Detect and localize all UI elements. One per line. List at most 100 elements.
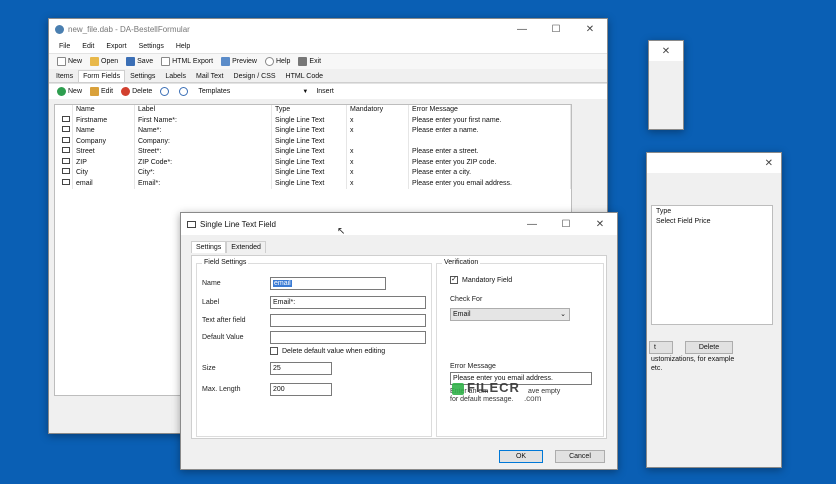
cell-mandatory: x: [347, 157, 409, 168]
delete-field-button[interactable]: Delete: [117, 87, 156, 96]
exit-button[interactable]: Exit: [294, 57, 325, 66]
text-after-input[interactable]: [270, 314, 426, 327]
tab-design-css[interactable]: Design / CSS: [229, 70, 281, 82]
single-line-text-dialog: Single Line Text Field — ☐ ✕ Settings Ex…: [180, 212, 618, 470]
text-field-icon: [62, 136, 70, 143]
ok-button[interactable]: OK: [499, 450, 543, 463]
column-header-mandatory[interactable]: Mandatory: [347, 105, 409, 116]
field-icon-cell: [55, 168, 73, 179]
max-length-input[interactable]: 200: [270, 383, 332, 396]
name-input[interactable]: email: [270, 277, 386, 290]
minimize-icon[interactable]: —: [515, 219, 549, 230]
maximize-icon[interactable]: ☐: [539, 24, 573, 35]
error-message-label: Error Message: [450, 363, 496, 370]
main-tabs: Items Form Fields Settings Labels Mail T…: [49, 69, 607, 83]
cell-mandatory: x: [347, 126, 409, 137]
delete-default-checkbox[interactable]: Delete default value when editing: [270, 347, 385, 355]
size-label: Size: [202, 365, 216, 372]
cancel-button[interactable]: Cancel: [555, 450, 605, 463]
move-down-button[interactable]: [175, 87, 194, 96]
help-label: Help: [276, 58, 291, 65]
html-export-label: HTML Export: [172, 58, 214, 65]
header-icon-col: [55, 105, 73, 116]
insert-button[interactable]: Insert: [312, 88, 338, 95]
table-row[interactable]: City City*: Single Line Text x Please enter …: [55, 168, 571, 179]
table-row[interactable]: Street Street*: Single Line Text x Please en…: [55, 147, 571, 158]
tab-settings[interactable]: Settings: [191, 241, 227, 253]
table-row[interactable]: Name Name*: Single Line Text x Please enter …: [55, 126, 571, 137]
column-header-label[interactable]: Label: [135, 105, 272, 116]
new-file-icon: [57, 57, 66, 66]
watermark: FILECR .com: [452, 380, 541, 403]
tab-settings[interactable]: Settings: [125, 70, 160, 82]
cell-error: Please enter you email address.: [409, 178, 571, 189]
menu-settings[interactable]: Settings: [133, 43, 170, 50]
menu-help[interactable]: Help: [170, 43, 196, 50]
check-for-select[interactable]: Email ⌄: [450, 308, 570, 321]
edit-field-button[interactable]: Edit: [86, 87, 117, 96]
table-row[interactable]: Company Company: Single Line Text: [55, 136, 571, 147]
new-field-button[interactable]: New: [53, 87, 86, 96]
open-label: Open: [101, 58, 119, 65]
tab-mail-text[interactable]: Mail Text: [191, 70, 229, 82]
tab-extended[interactable]: Extended: [226, 241, 266, 253]
column-header-type[interactable]: Type: [272, 105, 347, 116]
minimize-icon[interactable]: —: [505, 24, 539, 35]
field-icon-cell: [55, 157, 73, 168]
templates-dropdown[interactable]: Templates ▼: [194, 88, 312, 95]
delete-button[interactable]: Delete: [685, 341, 733, 354]
move-up-button[interactable]: [156, 87, 175, 96]
cell-error: [409, 136, 571, 147]
cell-error: Please enter you ZIP code.: [409, 157, 571, 168]
tab-form-fields[interactable]: Form Fields: [78, 70, 126, 82]
help-button[interactable]: Help: [261, 57, 294, 66]
preview-icon: [221, 57, 231, 66]
preview-button[interactable]: Preview: [217, 57, 261, 66]
size-input[interactable]: 25: [270, 362, 332, 375]
text-field-icon: [62, 168, 70, 174]
menu-edit[interactable]: Edit: [76, 43, 100, 50]
cell-mandatory: x: [347, 168, 409, 179]
close-icon[interactable]: ✕: [765, 158, 773, 169]
table-row[interactable]: ZIP ZIP Code*: Single Line Text x Please ent…: [55, 157, 571, 168]
default-value-input[interactable]: [270, 331, 426, 344]
cell-type: Single Line Text: [272, 115, 347, 126]
menu-file[interactable]: File: [53, 43, 76, 50]
check-for-label: Check For: [450, 296, 483, 303]
cell-name: Name: [73, 126, 135, 137]
label-input[interactable]: Email*:: [270, 296, 426, 309]
field-toolbar: New Edit Delete Templates ▼ Insert: [49, 83, 607, 99]
cell-name: Company: [73, 136, 135, 147]
menu-bar: File Edit Export Settings Help: [49, 39, 607, 53]
partial-button[interactable]: t: [649, 341, 673, 354]
main-toolbar: New Open Save HTML Export Preview Help E…: [49, 53, 607, 69]
table-row[interactable]: email Email*: Single Line Text x Please ente…: [55, 178, 571, 189]
dialog-titlebar: Single Line Text Field — ☐ ✕: [181, 213, 617, 235]
html-export-button[interactable]: HTML Export: [157, 57, 217, 66]
close-icon[interactable]: ✕: [662, 46, 670, 57]
close-icon[interactable]: ✕: [583, 219, 617, 230]
column-header-name[interactable]: Name: [73, 105, 135, 116]
tab-html-code[interactable]: HTML Code: [281, 70, 328, 82]
cell-type: Single Line Text: [272, 157, 347, 168]
new-button[interactable]: New: [53, 57, 86, 66]
open-button[interactable]: Open: [86, 57, 122, 66]
edit-field-label: Edit: [101, 88, 114, 95]
verification-group: Verification: [436, 259, 604, 437]
maximize-icon[interactable]: ☐: [549, 219, 583, 230]
app-icon: [55, 24, 64, 34]
column-header-error[interactable]: Error Message: [409, 105, 571, 116]
cell-mandatory: x: [347, 178, 409, 189]
background-window-2: ✕ Type Select Field Price t Delete ustom…: [646, 152, 782, 468]
tab-items[interactable]: Items: [51, 70, 78, 82]
cell-name: City: [73, 168, 135, 179]
background-list: Type Select Field Price: [651, 205, 773, 325]
table-row[interactable]: Firstname First Name*: Single Line Text x Pl…: [55, 115, 571, 126]
tab-labels[interactable]: Labels: [160, 70, 191, 82]
menu-export[interactable]: Export: [100, 43, 132, 50]
text-field-icon: [62, 157, 70, 164]
save-button[interactable]: Save: [122, 57, 157, 66]
close-icon[interactable]: ✕: [573, 24, 607, 35]
list-item[interactable]: Select Field Price: [652, 217, 772, 226]
mandatory-checkbox[interactable]: ✓ Mandatory Field: [450, 276, 512, 284]
